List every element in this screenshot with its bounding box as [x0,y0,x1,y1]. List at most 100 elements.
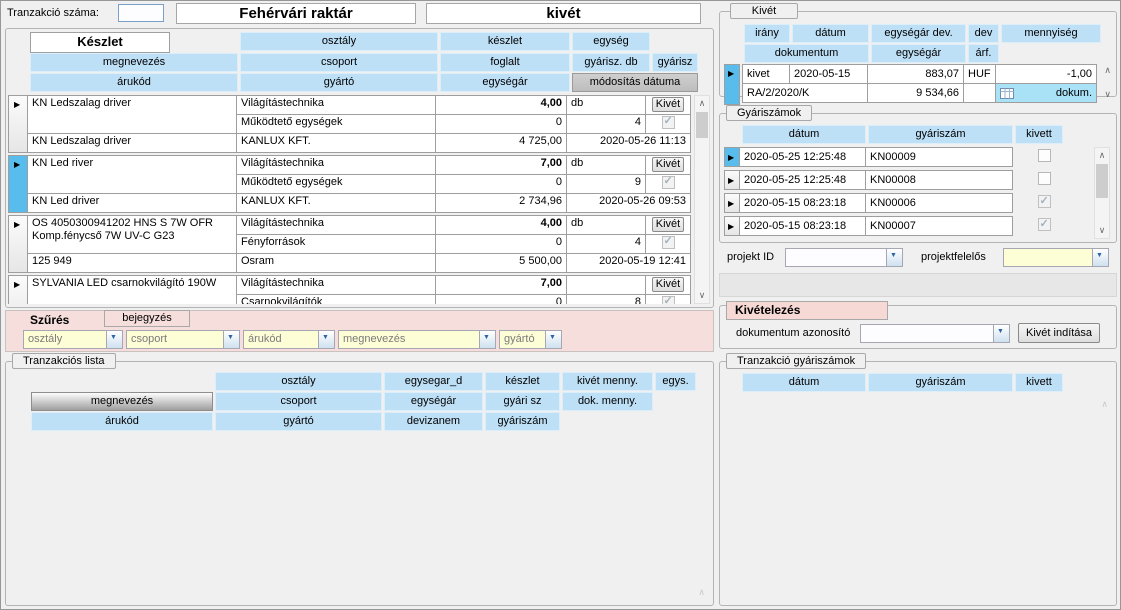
tl-col-egys[interactable]: egys. [655,372,696,391]
scrollbar-thumb[interactable] [1096,164,1108,198]
row-selector[interactable] [724,170,740,190]
project-id-dropdown[interactable] [785,248,903,267]
tl-col-egysegar-d[interactable]: egysegar_d [384,372,483,391]
scroll-up-icon[interactable]: ∧ [1104,66,1111,75]
transaction-number-input[interactable] [118,4,164,22]
row-selector[interactable] [8,155,28,213]
tl-col-egysegar[interactable]: egységár [384,392,483,411]
kp-col-arf[interactable]: árf. [968,44,999,63]
stock-col-keszlet[interactable]: készlet [440,32,570,51]
stock-row-3[interactable]: OS 4050300941202 HNS S 7W OFR Komp.fényc… [8,215,696,273]
kp-col-egysegar-dev[interactable]: egységár dev. [871,24,966,43]
scroll-down-icon[interactable]: ∨ [1095,226,1109,235]
scroll-up-icon[interactable]: ∧ [1095,151,1109,160]
tl-col-csoport[interactable]: csoport [215,392,382,411]
stock-col-modositas-datuma[interactable]: módosítás dátuma [572,73,698,92]
scrollbar-thumb[interactable] [696,112,708,138]
serials-scrollbar[interactable]: ∧ ∨ [1094,147,1110,239]
tl-col-gyari-sz[interactable]: gyári sz [485,392,560,411]
row-selector[interactable] [724,193,740,213]
scroll-up-icon[interactable]: ∧ [695,99,709,108]
kivett-checkbox[interactable] [1038,218,1051,231]
stock-col-egysegar[interactable]: egységár [440,73,570,92]
chevron-down-icon[interactable] [106,331,122,348]
stock-title-button[interactable]: Készlet [30,32,170,53]
stock-row-4[interactable]: SYLVANIA LED csarnokvilágító 190W Világí… [8,275,696,304]
row-selector[interactable] [8,95,28,153]
serial-row-3[interactable]: 2020-05-15 08:23:18 KN00006 [724,193,1084,213]
kp-col-dev[interactable]: dev [968,24,999,43]
tl-col-megnevezes[interactable]: megnevezés [31,392,213,411]
kp-col-dokumentum[interactable]: dokumentum [744,44,869,63]
tl-col-devizanem[interactable]: devizanem [384,412,483,431]
stock-col-osztaly[interactable]: osztály [240,32,438,51]
kivet-row-button[interactable]: Kivét [652,157,684,172]
ser-col-kivett[interactable]: kivett [1015,125,1063,144]
stock-col-gyarto[interactable]: gyártó [240,73,438,92]
stock-col-foglalt[interactable]: foglalt [440,53,570,72]
row-selector[interactable] [8,215,28,273]
row-selector[interactable] [724,64,740,105]
serial-checkbox[interactable] [662,296,675,304]
ts-col-datum[interactable]: dátum [742,373,866,392]
serial-checkbox[interactable] [662,116,675,129]
tl-col-arukod[interactable]: árukód [31,412,213,431]
kivet-row-button[interactable]: Kivét [652,97,684,112]
tl-col-dok-menny[interactable]: dok. menny. [562,392,653,411]
tl-col-osztaly[interactable]: osztály [215,372,382,391]
row-selector[interactable] [8,275,28,304]
chevron-down-icon[interactable] [223,331,239,348]
stock-col-arukod[interactable]: árukód [30,73,238,92]
row-selector[interactable] [724,147,740,167]
filter-dropdown-csoport[interactable]: csoport [126,330,240,349]
serial-checkbox[interactable] [662,176,675,189]
kivet-row-button[interactable]: Kivét [652,217,684,232]
kivet-row-button[interactable]: Kivét [652,277,684,292]
ser-col-gyariszam[interactable]: gyáriszám [868,125,1013,144]
start-kivet-button[interactable]: Kivét indítása [1018,323,1100,343]
serial-row-1[interactable]: 2020-05-25 12:25:48 KN00009 [724,147,1084,167]
stock-col-gyarisz-db[interactable]: gyárisz. db [572,53,650,72]
row-selector[interactable] [724,216,740,236]
filter-dropdown-arukod[interactable]: árukód [243,330,335,349]
chevron-down-icon[interactable] [993,325,1009,342]
stock-col-gyarisz[interactable]: gyárisz [652,53,698,72]
chevron-down-icon[interactable] [318,331,334,348]
chevron-down-icon[interactable] [545,331,561,348]
serial-checkbox[interactable] [662,236,675,249]
ser-col-datum[interactable]: dátum [742,125,866,144]
tl-col-kivet-menny[interactable]: kivét menny. [562,372,653,391]
stock-row-2[interactable]: KN Led river Világítástechnika 7,00 db K… [8,155,696,213]
filter-dropdown-osztaly[interactable]: osztály [23,330,123,349]
serial-row-2[interactable]: 2020-05-25 12:25:48 KN00008 [724,170,1084,190]
stock-col-egyseg[interactable]: egység [572,32,650,51]
kp-col-mennyiseg[interactable]: mennyiség [1001,24,1101,43]
kivett-checkbox[interactable] [1038,149,1051,162]
kp-col-datum[interactable]: dátum [792,24,869,43]
chevron-down-icon[interactable] [1092,249,1108,266]
scroll-down-icon[interactable]: ∨ [695,291,709,300]
filter-dropdown-megnevezes[interactable]: megnevezés [338,330,496,349]
dokum-cell[interactable]: dokum. [996,84,1096,102]
chevron-down-icon[interactable] [479,331,495,348]
tl-col-keszlet[interactable]: készlet [485,372,560,391]
kp-col-egysegar[interactable]: egységár [871,44,966,63]
scroll-up-icon[interactable]: ∧ [698,588,705,597]
tl-col-gyariszam[interactable]: gyáriszám [485,412,560,431]
kivet-transaction-row[interactable]: kivet 2020-05-15 883,07 HUF -1,00 RA/2/2… [742,64,1097,103]
kivet-panel-tab[interactable]: Kivét [730,3,798,19]
stock-col-megnevezes[interactable]: megnevezés [30,53,238,72]
tl-col-gyarto[interactable]: gyártó [215,412,382,431]
ts-col-kivett[interactable]: kivett [1015,373,1063,392]
chevron-down-icon[interactable] [886,249,902,266]
scroll-up-icon[interactable]: ∧ [1101,400,1108,409]
kivett-checkbox[interactable] [1038,195,1051,208]
project-manager-dropdown[interactable] [1003,248,1109,267]
kivett-checkbox[interactable] [1038,172,1051,185]
stock-scrollbar[interactable]: ∧ ∨ [694,95,710,304]
ts-col-gyariszam[interactable]: gyáriszám [868,373,1013,392]
filter-tab-bejegyzes[interactable]: bejegyzés [104,310,190,327]
kp-col-irany[interactable]: irány [744,24,790,43]
scroll-down-icon[interactable]: ∨ [1104,90,1111,99]
document-id-dropdown[interactable] [860,324,1010,343]
